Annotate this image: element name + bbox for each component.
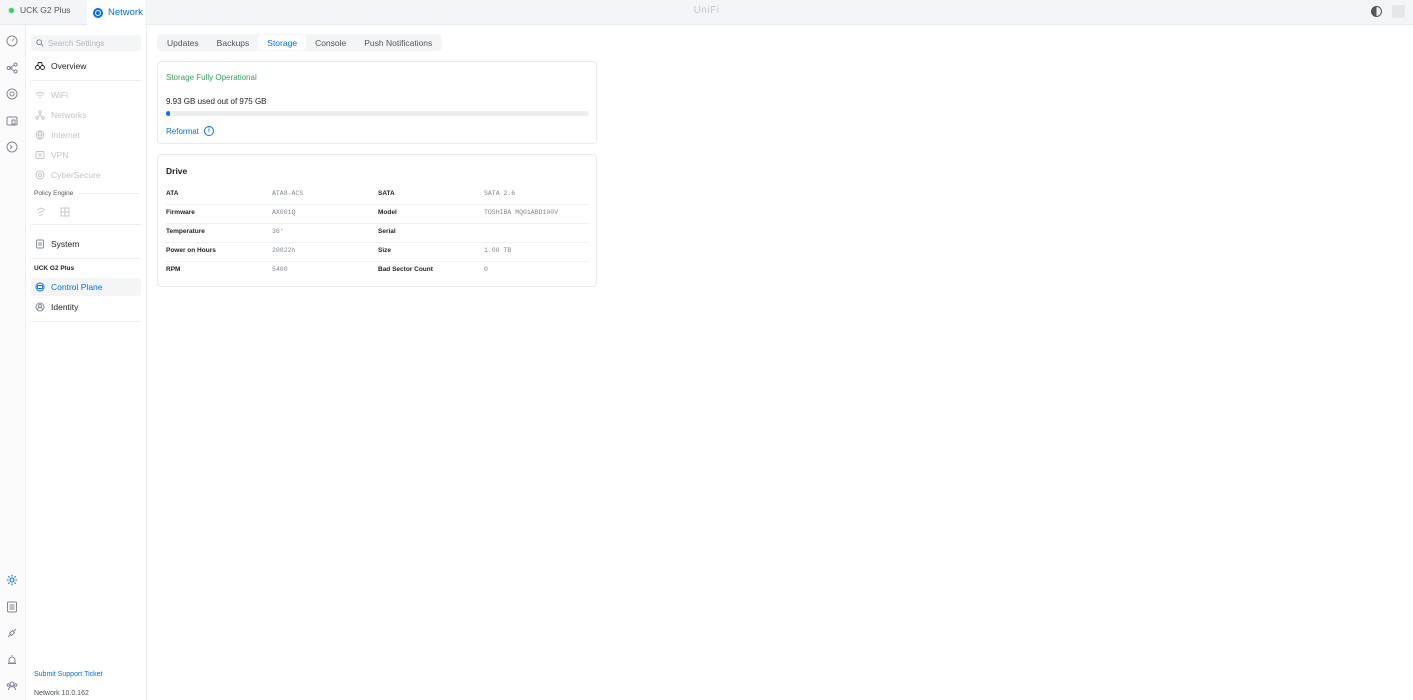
top-bar: UCK G2 Plus Network UniFi [0, 0, 1413, 25]
search-input[interactable] [48, 38, 138, 48]
drive-key: RPM [166, 266, 181, 273]
sidebar-item-overview[interactable]: Overview [31, 57, 141, 75]
overview-icon [35, 61, 45, 71]
sidebar-item-label: VPN [51, 150, 69, 160]
table-row: Firmware AX001Q Model TOSHIBA MQ01ABD100… [166, 204, 589, 224]
icon-rail [0, 25, 26, 700]
storage-usage-fill [166, 111, 171, 116]
info-icon[interactable]: i [203, 126, 214, 136]
sidebar-item-label: System [51, 239, 80, 249]
sidebar-item-label: WiFi [51, 90, 68, 100]
search-icon [36, 39, 44, 47]
sidebar-item-vpn[interactable]: VPN [31, 146, 141, 164]
topology-icon[interactable] [6, 62, 18, 74]
divider [31, 224, 141, 225]
divider [78, 193, 140, 194]
tab-updates[interactable]: Updates [158, 34, 208, 51]
drive-key: Firmware [166, 209, 195, 216]
drive-value: ATA8-ACS [272, 190, 304, 197]
cybersecure-icon [35, 170, 45, 180]
sidebar-item-label: Networks [51, 110, 87, 120]
alerts-icon[interactable] [6, 654, 18, 666]
tab-storage[interactable]: Storage [258, 35, 307, 50]
brand-logo: UniFi [693, 5, 720, 16]
drive-card: Drive ATA ATA8-ACS SATA SATA 2.6 Firmwar… [157, 154, 597, 287]
table-row: RPM 5400 Bad Sector Count 0 [166, 261, 589, 280]
settings-sidebar: Overview WiFi Networks Internet VPN Cybe… [26, 25, 147, 700]
sidebar-item-identity[interactable]: Identity [31, 298, 141, 316]
insights-icon[interactable] [6, 141, 18, 153]
sidebar-item-label: CyberSecure [51, 170, 101, 180]
sidebar-item-label: Control Plane [51, 282, 103, 292]
console-section-label: UCK G2 Plus [34, 265, 75, 272]
table-row: Power on Hours 20022h Size 1.00 TB [166, 242, 589, 262]
divider [31, 258, 141, 259]
table-row: ATA ATA8-ACS SATA SATA 2.6 [166, 185, 589, 205]
admins-icon[interactable] [6, 680, 18, 692]
drive-key: Size [378, 247, 392, 254]
sidebar-item-internet[interactable]: Internet [31, 126, 141, 144]
version-label: Network 10.0.162 [34, 690, 89, 697]
sidebar-item-wifi[interactable]: WiFi [31, 86, 141, 104]
table-row: Temperature 36° Serial [166, 223, 589, 243]
sidebar-item-control-plane[interactable]: Control Plane [31, 278, 141, 296]
reformat-button[interactable]: Reformat i [166, 126, 214, 136]
storage-status: Storage Fully Operational [166, 73, 257, 82]
drive-key: ATA [166, 190, 179, 197]
wifi-icon [35, 90, 45, 100]
drive-value: 1.00 TB [484, 247, 512, 254]
drive-value: AX001Q [272, 209, 296, 216]
theme-toggle-icon[interactable] [1371, 6, 1382, 17]
sidebar-item-networks[interactable]: Networks [31, 106, 141, 124]
drive-key: Serial [378, 228, 396, 235]
policy-engine-label: Policy Engine [34, 190, 74, 197]
storage-usage-bar [166, 111, 589, 116]
storage-usage-text: 9.93 GB used out of 975 GB [166, 97, 267, 106]
settings-icon[interactable] [6, 574, 18, 586]
tab-push-notifications[interactable]: Push Notifications [355, 34, 441, 51]
drive-value: SATA 2.6 [484, 190, 516, 197]
submit-support-ticket-link[interactable]: Submit Support Ticket [34, 671, 102, 678]
drive-value: 36° [272, 228, 284, 235]
clients-icon[interactable] [6, 115, 18, 127]
drive-value: 20022h [272, 247, 296, 254]
dashboard-icon[interactable] [6, 35, 18, 47]
search-box[interactable] [31, 35, 141, 51]
drive-key: Temperature [166, 228, 205, 235]
drive-value: 0 [484, 266, 488, 273]
traffic-grid-icon[interactable] [60, 206, 70, 220]
devices-icon[interactable] [6, 88, 18, 100]
divider [31, 80, 141, 81]
divider [31, 321, 141, 322]
internet-icon [35, 130, 45, 140]
sidebar-item-cybersecure[interactable]: CyberSecure [31, 166, 141, 184]
drive-value: 5400 [272, 266, 288, 273]
drive-value: TOSHIBA MQ01ABD100V [484, 209, 559, 216]
drive-title: Drive [166, 166, 188, 176]
control-plane-icon [35, 282, 45, 292]
drive-key: Power on Hours [166, 247, 216, 254]
sidebar-item-system[interactable]: System [31, 235, 141, 253]
system-icon [35, 239, 45, 249]
networks-icon [35, 110, 45, 120]
avatar[interactable] [1392, 5, 1405, 18]
identity-icon [35, 302, 45, 312]
drive-key: Model [378, 209, 397, 216]
drive-key: SATA [378, 190, 395, 197]
storage-card: Storage Fully Operational 9.93 GB used o… [157, 61, 597, 144]
tab-console[interactable]: Console [306, 34, 355, 51]
sidebar-item-label: Identity [51, 302, 79, 312]
integrations-icon[interactable] [6, 627, 18, 639]
sidebar-item-label: Internet [51, 130, 80, 140]
logs-icon[interactable] [6, 601, 18, 613]
drive-key: Bad Sector Count [378, 266, 433, 273]
reformat-label: Reformat [166, 126, 199, 136]
tab-backups[interactable]: Backups [208, 34, 259, 51]
vpn-icon [35, 150, 45, 160]
firewall-icon[interactable] [36, 206, 46, 220]
sidebar-item-label: Overview [51, 61, 87, 71]
settings-tabs: Updates Backups Storage Console Push Not… [157, 34, 443, 51]
